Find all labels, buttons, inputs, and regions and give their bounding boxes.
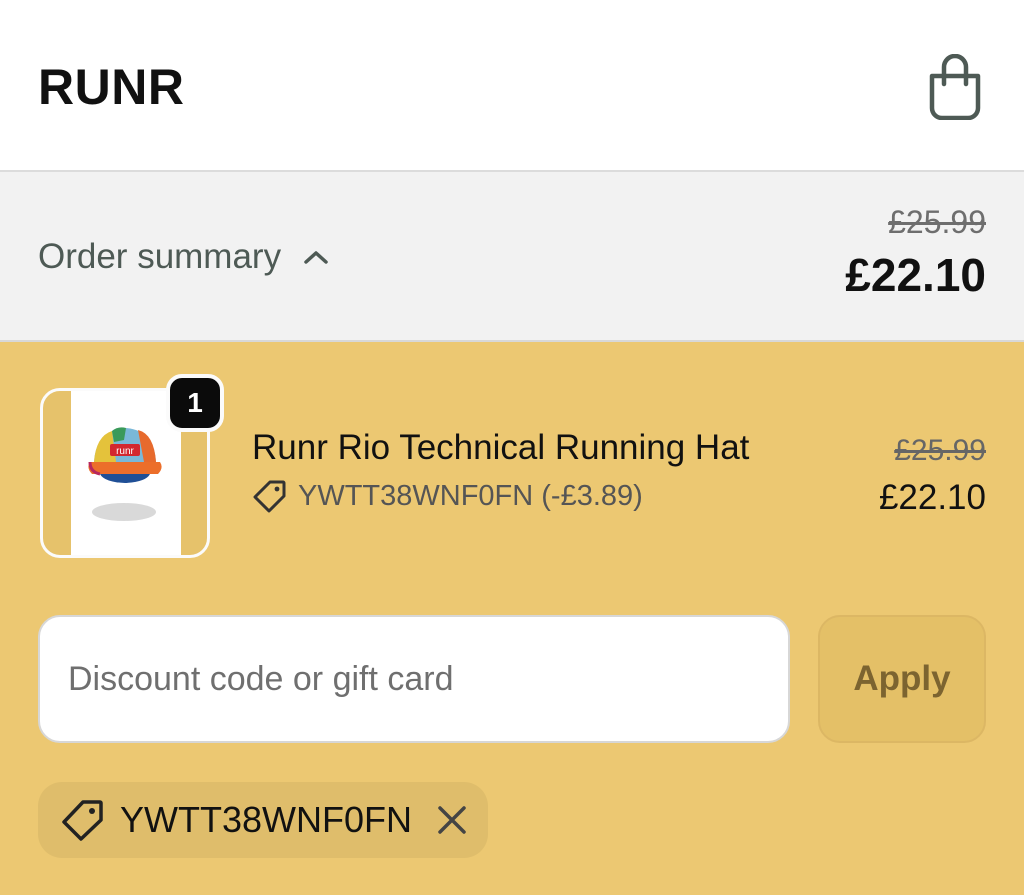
line-item-discount-text: YWTT38WNF0FN (-£3.89)	[298, 479, 643, 512]
order-summary-toggle[interactable]: Order summary	[38, 234, 329, 280]
product-original-price: £25.99	[894, 434, 986, 467]
discount-code-input[interactable]	[38, 615, 790, 743]
line-item-discount: YWTT38WNF0FN (-£3.89)	[252, 478, 643, 514]
tag-icon	[253, 480, 286, 513]
product-name: Runr Rio Technical Running Hat	[252, 428, 750, 467]
applied-discount-chip: YWTT38WNF0FN	[38, 782, 488, 858]
order-summary-label: Order summary	[38, 237, 282, 276]
shopping-bag-icon[interactable]	[924, 54, 986, 120]
order-original-total: £25.99	[888, 204, 986, 240]
quantity-badge: 1	[166, 374, 224, 432]
chevron-up-icon	[304, 251, 328, 264]
brand-logo[interactable]: RUNR	[38, 58, 184, 116]
hat-logo-text: runr	[116, 446, 134, 457]
close-icon[interactable]	[434, 802, 470, 838]
apply-button[interactable]: Apply	[818, 615, 986, 743]
order-total: £22.10	[845, 249, 986, 301]
applied-discount-code: YWTT38WNF0FN	[120, 799, 412, 840]
tag-icon	[62, 800, 103, 841]
product-price: £22.10	[878, 478, 986, 517]
site-header: RUNR	[0, 0, 1024, 172]
